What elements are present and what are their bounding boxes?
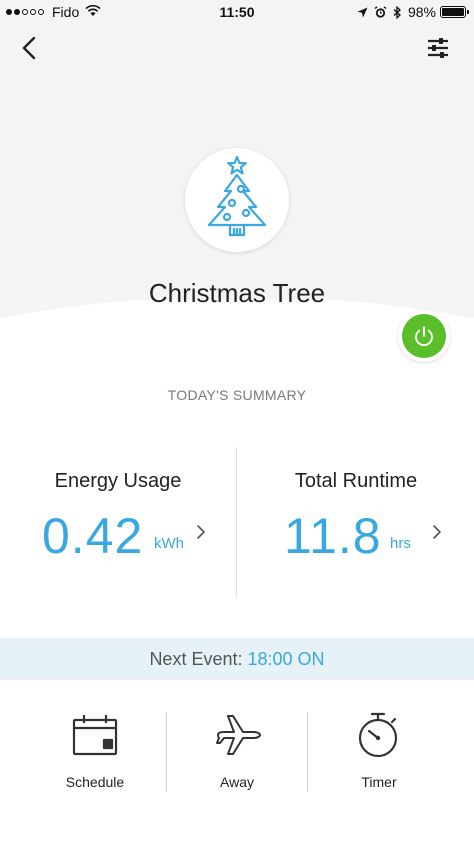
battery-icon	[440, 6, 469, 18]
schedule-button[interactable]: Schedule	[25, 700, 165, 800]
device-icon-circle	[185, 148, 289, 252]
summary-divider	[236, 447, 237, 597]
battery-fill	[442, 8, 464, 16]
chevron-right-icon	[197, 525, 205, 539]
christmas-tree-icon	[207, 155, 267, 237]
power-toggle-button[interactable]	[398, 310, 450, 362]
action-bar: Schedule Away Timer	[0, 700, 474, 800]
total-runtime-title: Total Runtime	[294, 470, 418, 492]
chevron-right-icon	[433, 525, 441, 539]
timer-label: Timer	[361, 774, 397, 790]
next-event-label: Next Event:	[149, 649, 243, 669]
power-toggle-indicator	[402, 314, 446, 358]
back-button[interactable]	[14, 32, 46, 64]
next-event-value: 18:00 ON	[247, 649, 325, 669]
energy-usage-unit: kWh	[154, 535, 184, 552]
sliders-icon	[428, 38, 448, 58]
away-button[interactable]: Away	[167, 700, 307, 800]
battery-percent: 98%	[407, 4, 436, 20]
alarm-clock-icon	[374, 5, 387, 19]
device-name: Christmas Tree	[148, 278, 326, 308]
chevron-left-icon	[22, 36, 36, 60]
schedule-label: Schedule	[65, 774, 125, 790]
energy-usage-value-row: 0.42 kWh	[0, 507, 236, 567]
power-icon	[415, 326, 433, 347]
next-event-banner[interactable]: Next Event: 18:00 ON	[0, 638, 474, 680]
energy-usage-card[interactable]: Energy Usage 0.42 kWh	[0, 470, 236, 567]
total-runtime-value: 11.8	[284, 508, 382, 564]
total-runtime-unit: hrs	[390, 535, 411, 552]
nav-bar	[0, 24, 474, 72]
stopwatch-icon	[358, 712, 398, 758]
energy-usage-title: Energy Usage	[54, 470, 182, 492]
energy-usage-value: 0.42	[42, 508, 144, 564]
calendar-icon	[72, 715, 118, 756]
status-right: 98%	[351, 4, 469, 20]
total-runtime-value-row: 11.8 hrs	[238, 507, 474, 567]
total-runtime-card[interactable]: Total Runtime 11.8 hrs	[238, 470, 474, 567]
location-arrow-icon	[357, 7, 368, 18]
away-label: Away	[220, 774, 254, 790]
bluetooth-icon	[393, 5, 402, 19]
summary-heading: TODAY'S SUMMARY	[167, 387, 307, 403]
device-settings-button[interactable]	[422, 32, 454, 64]
timer-button[interactable]: Timer	[309, 700, 449, 800]
airplane-icon	[216, 715, 261, 755]
action-divider	[307, 712, 308, 792]
status-bar: Fido 11:50 98%	[0, 0, 474, 24]
